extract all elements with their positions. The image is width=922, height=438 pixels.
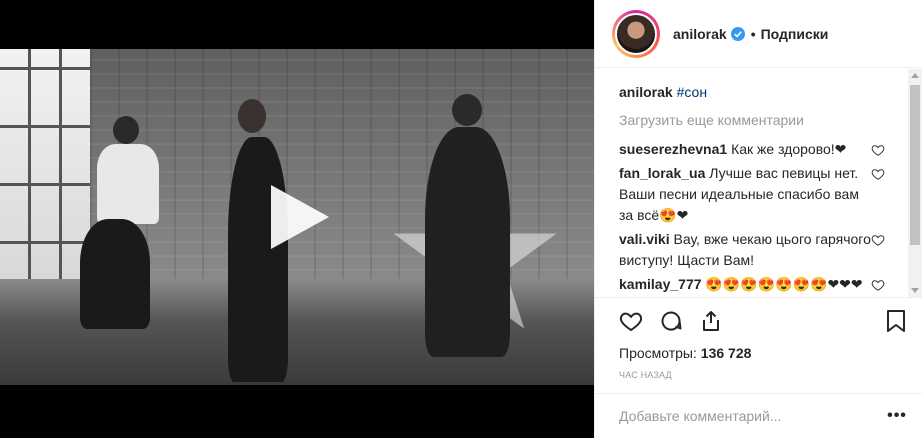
comment-like-icon[interactable] <box>871 278 885 292</box>
add-comment-bar: ••• <box>595 393 922 438</box>
comment-item: sueserezhevna1 Как же здорово!❤ <box>619 139 913 160</box>
scrollbar-thumb[interactable] <box>910 85 920 245</box>
more-icon[interactable]: ••• <box>881 407 913 425</box>
post-timestamp[interactable]: час назад <box>595 370 922 380</box>
views-label: Просмотры: <box>619 345 697 361</box>
comments-list: anilorak #сон Загрузить еще комментарии … <box>595 69 913 297</box>
caption-username[interactable]: anilorak <box>619 84 673 100</box>
share-icon[interactable] <box>699 309 723 333</box>
dancer-center-head <box>238 99 266 133</box>
author-username[interactable]: anilorak <box>673 26 727 42</box>
play-button[interactable] <box>263 183 331 251</box>
following-button[interactable]: Подписки <box>761 26 829 42</box>
video-frame[interactable] <box>0 49 594 385</box>
comment-icon[interactable] <box>659 309 683 333</box>
caption-hashtag[interactable]: #сон <box>677 84 707 100</box>
scroll-down-icon[interactable] <box>911 288 919 293</box>
dancer-right-body <box>425 127 510 357</box>
views-value: 136 728 <box>700 345 752 361</box>
heart-icon[interactable] <box>619 309 643 333</box>
comment-item: kamilay_777 😍😍😍😍😍😍😍❤❤❤❤❤❤❤❤❤🔥🔥🔥🔥🔥🔥🔥🔥🔥 <box>619 274 913 297</box>
comment-like-icon[interactable] <box>871 143 885 157</box>
views-count: Просмотры: 136 728 <box>595 344 922 362</box>
scroll-up-icon[interactable] <box>911 73 919 78</box>
dancer-center-body <box>228 137 288 382</box>
bookmark-icon[interactable] <box>885 309 907 333</box>
comment-like-icon[interactable] <box>871 167 885 181</box>
post-caption: anilorak #сон <box>619 83 913 101</box>
post-actions: Просмотры: 136 728 час назад <box>595 297 922 380</box>
comment-text: Как же здорово!❤ <box>731 141 847 157</box>
post-header: anilorak • Подписки <box>595 0 922 68</box>
comment-username[interactable]: vali.viki <box>619 231 670 247</box>
play-icon <box>271 185 329 249</box>
verified-icon <box>730 26 745 41</box>
post-sidebar: anilorak • Подписки anilorak #сон Загруз… <box>594 0 922 438</box>
comment-input[interactable] <box>619 408 881 424</box>
action-icons <box>595 298 922 344</box>
comment-username[interactable]: sueserezhevna1 <box>619 141 727 157</box>
avatar[interactable] <box>612 9 660 58</box>
dancer-right-head <box>452 94 482 126</box>
dancer-left-head <box>113 116 139 144</box>
avatar-image <box>615 12 657 55</box>
comment-like-icon[interactable] <box>871 233 885 247</box>
instagram-post: anilorak • Подписки anilorak #сон Загруз… <box>0 0 922 438</box>
comment-username[interactable]: fan_lorak_ua <box>619 165 705 181</box>
load-more-comments[interactable]: Загрузить еще комментарии <box>619 111 913 129</box>
comment-item: fan_lorak_ua Лучше вас певицы нет. Ваши … <box>619 163 913 226</box>
separator-dot: • <box>750 25 756 42</box>
dancer-left-legs <box>80 219 150 329</box>
comment-username[interactable]: kamilay_777 <box>619 276 702 292</box>
post-media <box>0 0 594 438</box>
comments-scrollbar[interactable] <box>908 69 922 297</box>
dancer-left-shirt <box>97 144 159 224</box>
comment-item: vali.viki Вау, вже чекаю цього гарячого … <box>619 229 913 271</box>
